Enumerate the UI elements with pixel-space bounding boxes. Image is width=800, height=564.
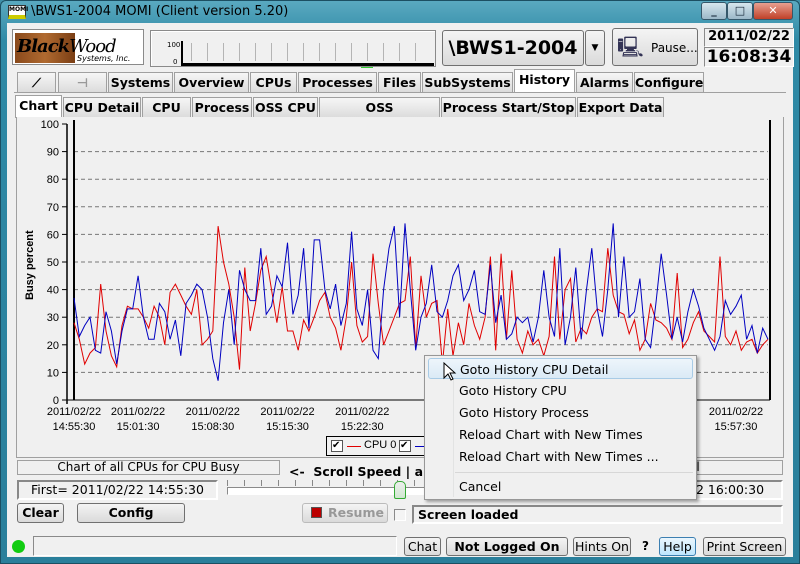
- status-message: Screen loaded: [412, 505, 783, 524]
- y-tick-label: 50: [47, 257, 59, 269]
- chart-description: Chart of all CPUs for CPU Busy: [17, 460, 280, 475]
- y-axis-label: Busy percent: [24, 230, 36, 300]
- slider-thumb[interactable]: [394, 481, 406, 499]
- x-tick-label: 15:01:30: [116, 421, 160, 433]
- stop-icon: [311, 507, 322, 518]
- x-tick-label: 2011/02/22: [110, 406, 166, 418]
- legend-checkbox-cpu0[interactable]: ✔: [331, 440, 343, 452]
- menu-item-goto-process[interactable]: Goto History Process: [428, 402, 693, 423]
- y-tick-label: 90: [47, 147, 59, 159]
- status-field: [33, 536, 397, 556]
- series-line-0: [73, 226, 769, 370]
- x-tick-label: 2011/02/22: [185, 406, 240, 418]
- scroll-speed-label: <- Scroll Speed | an: [289, 464, 432, 479]
- login-button[interactable]: Not Logged On: [446, 537, 568, 556]
- y-tick-label: 10: [47, 367, 59, 379]
- config-button[interactable]: Config: [77, 503, 185, 523]
- first-time-field: First= 2011/02/22 14:55:30: [17, 480, 218, 500]
- menu-item-cancel[interactable]: Cancel: [428, 476, 693, 497]
- mouse-cursor-icon: [443, 362, 457, 381]
- legend-checkbox-series2[interactable]: ✔: [399, 440, 411, 452]
- x-tick-label: 14:55:30: [52, 421, 96, 433]
- y-tick-label: 60: [47, 229, 59, 241]
- x-tick-label: 15:57:30: [714, 421, 758, 433]
- legend-swatch-cpu0: [347, 446, 361, 447]
- x-tick-label: 2011/02/22: [260, 406, 315, 418]
- x-tick-label: 2011/02/22: [708, 406, 764, 418]
- legend-label-cpu0: CPU 0: [364, 439, 397, 451]
- context-menu: Goto History CPU Detail Goto History CPU…: [424, 355, 697, 500]
- help-button[interactable]: Help: [659, 537, 696, 556]
- print-screen-button[interactable]: Print Screen: [703, 537, 786, 556]
- y-tick-label: 40: [47, 285, 59, 297]
- connection-status-icon: [12, 540, 25, 553]
- menu-item-reload-dialog[interactable]: Reload Chart with New Times ...: [428, 446, 693, 467]
- menu-separator: [455, 472, 693, 473]
- clear-button[interactable]: Clear: [17, 503, 64, 523]
- x-tick-label: 15:15:30: [266, 421, 309, 433]
- resume-label: Resume: [328, 505, 384, 520]
- chat-button[interactable]: Chat: [404, 537, 441, 556]
- resume-button[interactable]: Resume: [302, 503, 388, 523]
- menu-item-reload[interactable]: Reload Chart with New Times: [428, 424, 693, 445]
- question-icon[interactable]: ?: [642, 539, 649, 553]
- x-tick-label: 2011/02/22: [46, 406, 102, 418]
- x-tick-label: 15:22:30: [340, 421, 384, 433]
- menu-item-goto-cpu-detail[interactable]: Goto History CPU Detail: [428, 358, 693, 379]
- x-tick-label: 2011/02/22: [335, 406, 390, 418]
- y-tick-label: 70: [47, 202, 59, 214]
- y-tick-label: 30: [47, 312, 59, 324]
- hints-button[interactable]: Hints On: [573, 537, 631, 556]
- y-tick-label: 20: [47, 340, 59, 352]
- y-tick-label: 80: [47, 174, 59, 186]
- y-tick-label: 100: [41, 119, 59, 131]
- auto-checkbox[interactable]: [394, 509, 406, 521]
- menu-item-goto-cpu[interactable]: Goto History CPU: [428, 380, 693, 401]
- x-tick-label: 15:08:30: [191, 421, 235, 433]
